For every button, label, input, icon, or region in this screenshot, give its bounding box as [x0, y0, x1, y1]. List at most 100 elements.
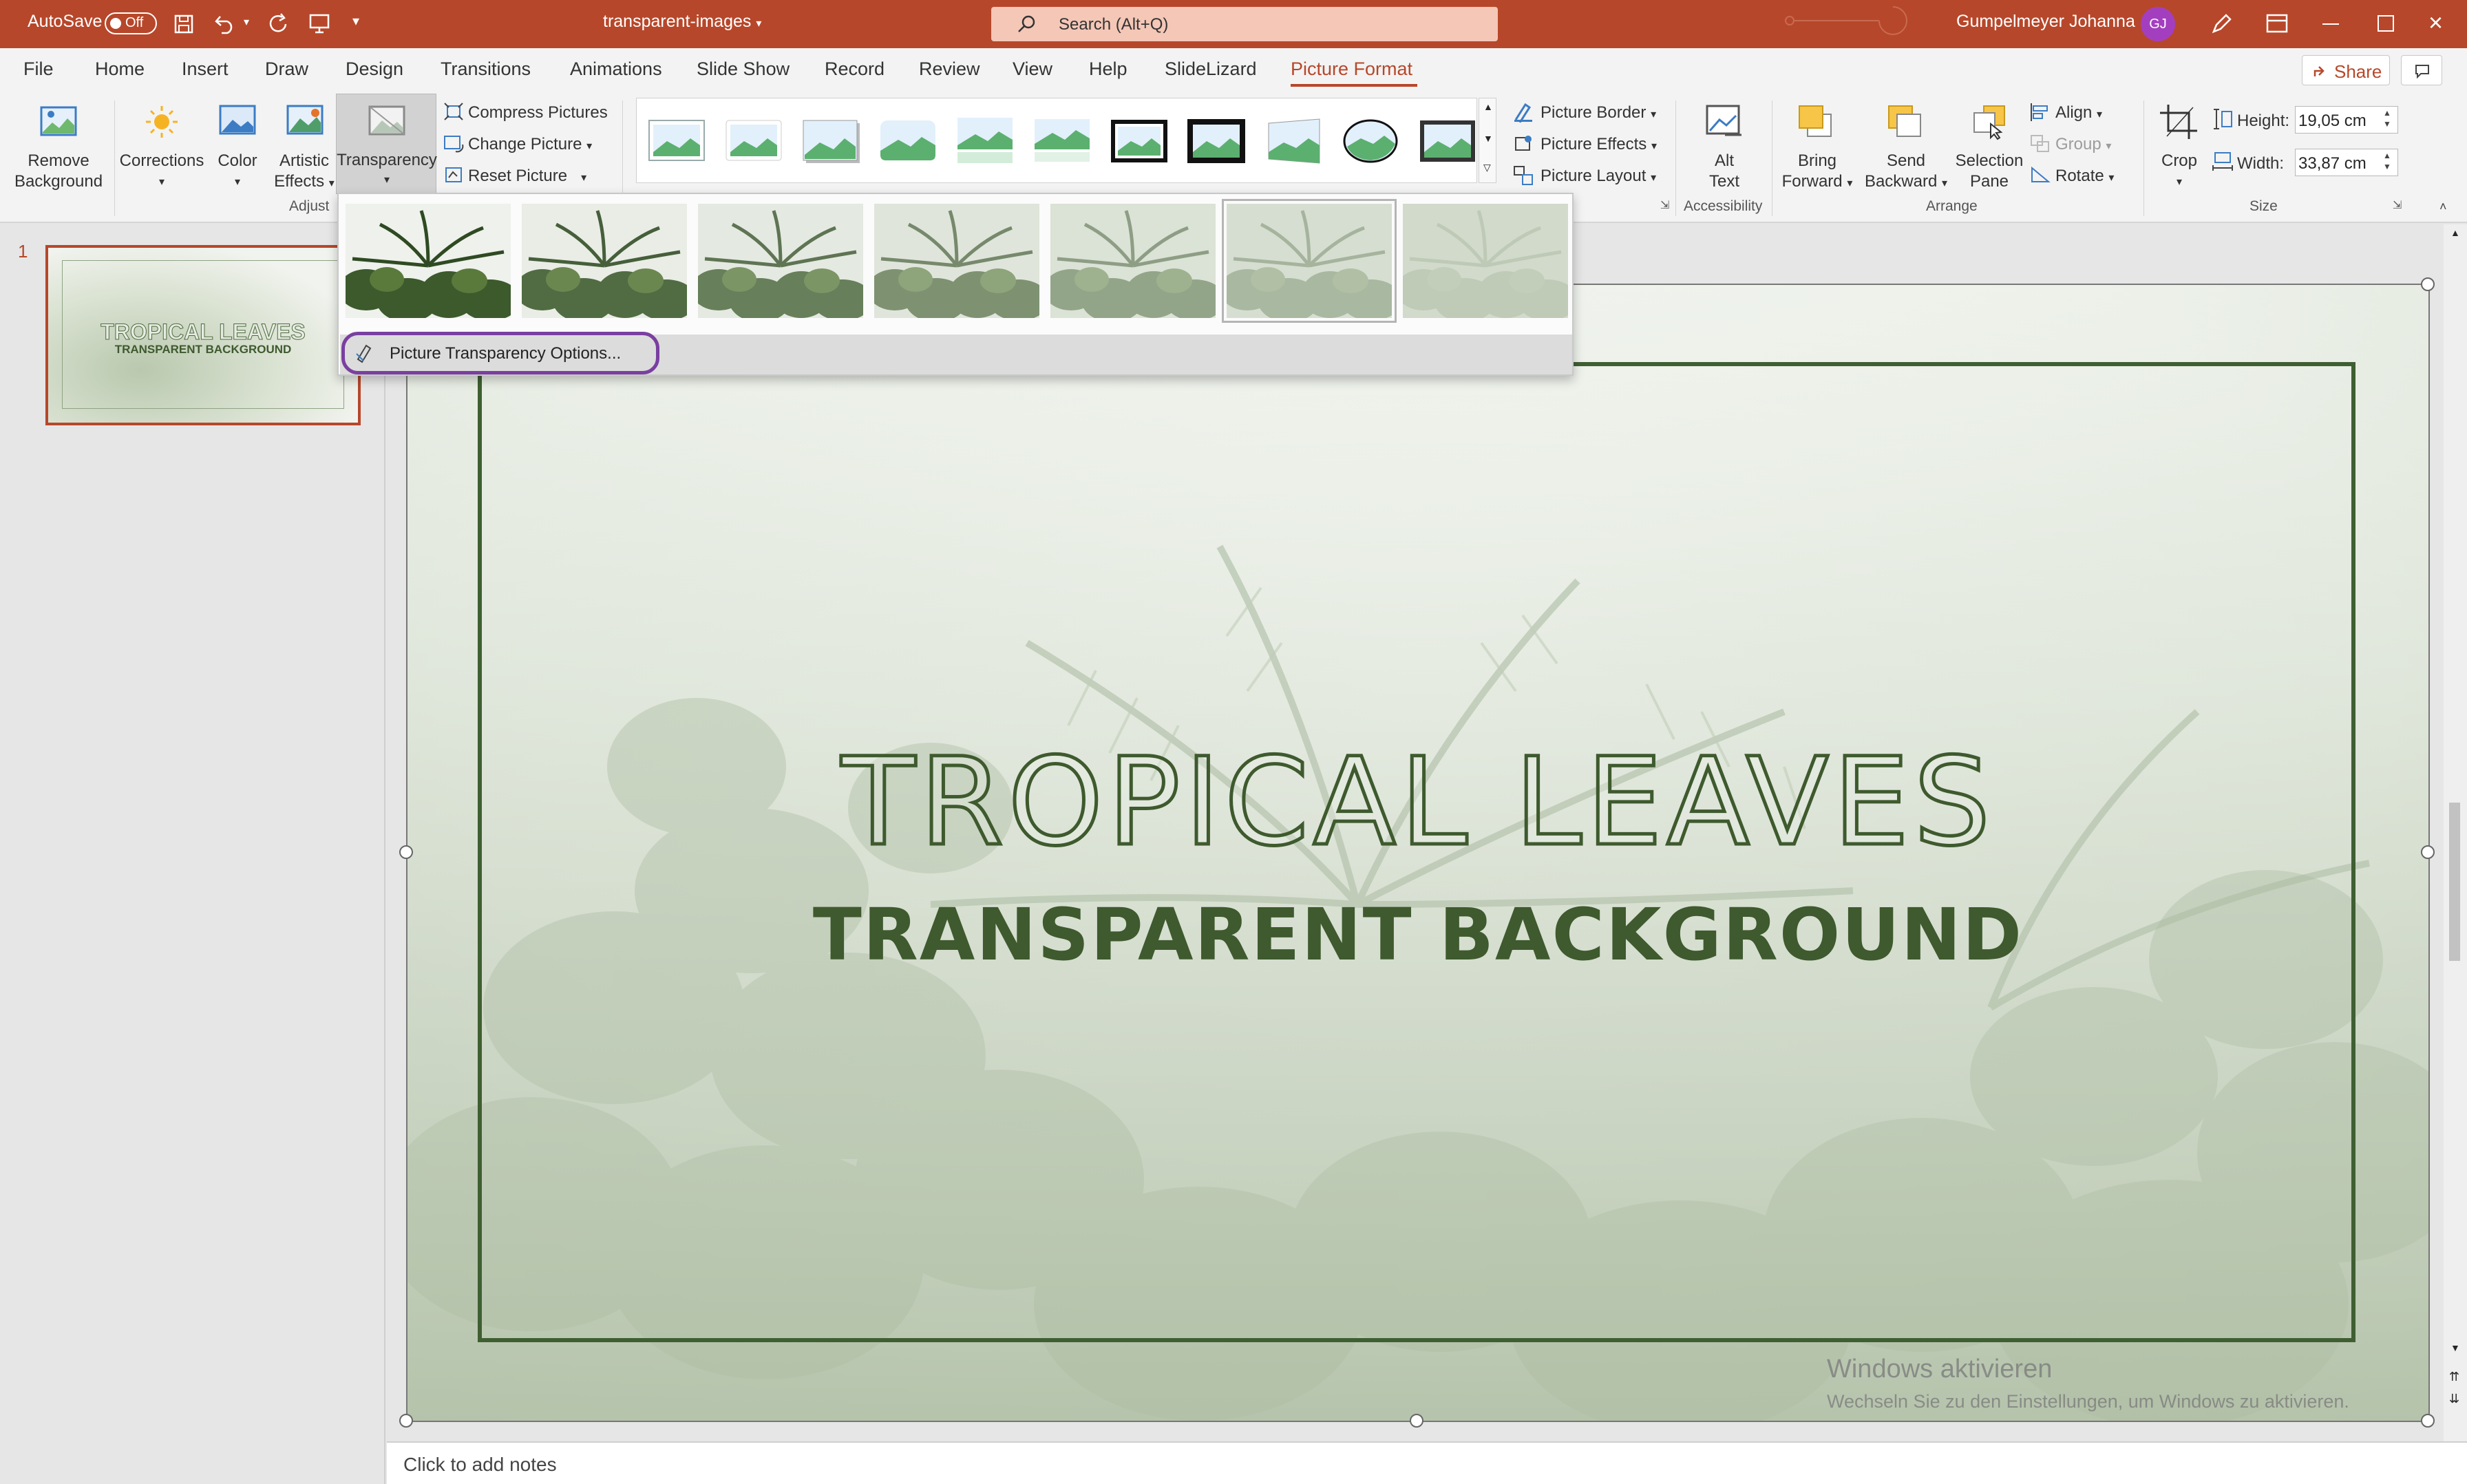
- pen-icon[interactable]: [2210, 12, 2233, 36]
- transparency-options-label[interactable]: Picture Transparency Options...: [390, 344, 621, 363]
- tab-review[interactable]: Review: [919, 59, 980, 80]
- picture-style-black-frame[interactable]: [1109, 116, 1169, 166]
- scroll-up-icon[interactable]: ▲: [2450, 227, 2460, 238]
- tab-animations[interactable]: Animations: [570, 59, 662, 80]
- selection-pane-icon: [1973, 105, 2005, 140]
- collapse-ribbon-icon[interactable]: ˄: [2439, 200, 2447, 214]
- ribbon-display-icon[interactable]: [2266, 14, 2288, 33]
- height-spinner[interactable]: ▲ ▼: [2379, 107, 2395, 132]
- tab-home[interactable]: Home: [95, 59, 145, 80]
- maximize-button[interactable]: [2378, 15, 2394, 32]
- artistic-effects-icon: [286, 105, 324, 135]
- picture-style-soft-reflect[interactable]: [1032, 116, 1092, 166]
- gallery-scroll[interactable]: ▲ ▼ ▽: [1479, 98, 1496, 183]
- minimize-button[interactable]: [2322, 23, 2339, 25]
- slide-thumbnail[interactable]: TROPICAL LEAVES TRANSPARENT BACKGROUND: [45, 245, 361, 425]
- avatar[interactable]: GJ: [2141, 7, 2175, 41]
- transparency-button[interactable]: Transparency ▾: [336, 94, 437, 194]
- thumbnail-title: TROPICAL LEAVES: [100, 319, 306, 345]
- redo-icon[interactable]: [267, 12, 290, 36]
- tab-transitions[interactable]: Transitions: [441, 59, 531, 80]
- align-button[interactable]: Align ▾: [2029, 99, 2126, 127]
- transparency-preset[interactable]: [346, 204, 511, 318]
- resize-handle-top-right[interactable]: [2421, 277, 2435, 291]
- send-backward-button[interactable]: Send Backward ▾: [1861, 99, 1951, 195]
- resize-handle-bottom-center[interactable]: [1410, 1414, 1423, 1428]
- size-launcher-icon[interactable]: ⇲: [2393, 198, 2402, 212]
- resize-handle-middle-right[interactable]: [2421, 845, 2435, 859]
- picture-effects-button[interactable]: Picture Effects ▾: [1512, 131, 1670, 158]
- autosave-toggle[interactable]: Off: [105, 12, 157, 34]
- picture-styles-gallery[interactable]: [636, 98, 1477, 183]
- change-picture-button[interactable]: Change Picture ▾: [441, 131, 620, 158]
- transparency-preset[interactable]: [1222, 199, 1397, 323]
- previous-slide-icon[interactable]: ⇈: [2449, 1370, 2459, 1384]
- picture-style-simple-frame[interactable]: [646, 116, 707, 166]
- resize-handle-bottom-right[interactable]: [2421, 1414, 2435, 1428]
- tab-insert[interactable]: Insert: [182, 59, 229, 80]
- tab-view[interactable]: View: [1013, 59, 1052, 80]
- color-button[interactable]: Color ▾: [207, 99, 268, 195]
- tab-slidelizard[interactable]: SlideLizard: [1165, 59, 1257, 80]
- crop-button[interactable]: Crop ▾: [2148, 99, 2211, 195]
- separator: [2143, 100, 2144, 216]
- ribbon-tabs: File Home Insert Draw Design Transitions…: [0, 48, 2467, 92]
- send-backward-label-2: Backward ▾: [1864, 172, 1948, 191]
- scroll-down-icon[interactable]: ▼: [2450, 1342, 2460, 1353]
- picture-style-shadow[interactable]: [801, 116, 861, 166]
- picture-style-rounded[interactable]: [878, 116, 938, 166]
- tab-help[interactable]: Help: [1089, 59, 1127, 80]
- search-box[interactable]: Search (Alt+Q): [991, 7, 1498, 41]
- tab-draw[interactable]: Draw: [265, 59, 308, 80]
- tab-slide-show[interactable]: Slide Show: [697, 59, 790, 80]
- transparency-preset[interactable]: [1050, 204, 1216, 318]
- transparency-preset[interactable]: [1403, 204, 1568, 318]
- present-icon[interactable]: [308, 12, 330, 34]
- scrollbar-thumb[interactable]: [2449, 803, 2460, 961]
- width-spinner[interactable]: ▲ ▼: [2379, 150, 2395, 175]
- tab-record[interactable]: Record: [825, 59, 885, 80]
- picture-styles-launcher-icon[interactable]: ⇲: [1660, 198, 1669, 212]
- picture-style-thick-frame[interactable]: [1186, 116, 1247, 166]
- remove-background-label-2: Background: [14, 172, 103, 191]
- reset-picture-button[interactable]: Reset Picture ▾: [441, 162, 620, 190]
- gallery-up-icon[interactable]: ▲: [1483, 101, 1493, 112]
- rotate-button[interactable]: Rotate ▾: [2029, 162, 2126, 190]
- picture-style-bevel[interactable]: [1417, 116, 1478, 166]
- tab-design[interactable]: Design: [346, 59, 403, 80]
- gallery-down-icon[interactable]: ▼: [1483, 133, 1493, 144]
- picture-style-soft-edge[interactable]: [723, 116, 784, 166]
- selection-pane-button[interactable]: Selection Pane: [1951, 99, 2028, 195]
- share-button[interactable]: Share: [2302, 55, 2390, 85]
- picture-style-oval[interactable]: [1340, 116, 1401, 166]
- picture-style-perspective[interactable]: [1263, 116, 1324, 166]
- corrections-button[interactable]: Corrections ▾: [117, 99, 207, 195]
- remove-background-button[interactable]: Remove Background: [7, 99, 110, 195]
- transparency-preset[interactable]: [522, 204, 687, 318]
- picture-layout-button[interactable]: Picture Layout ▾: [1512, 162, 1670, 190]
- notes-pane[interactable]: Click to add notes: [387, 1441, 2467, 1484]
- alt-text-label-1: Alt: [1714, 151, 1734, 170]
- comments-button[interactable]: [2401, 55, 2442, 85]
- gallery-more-icon[interactable]: ▽: [1483, 162, 1491, 173]
- document-title[interactable]: transparent-images ▾: [603, 12, 761, 32]
- resize-handle-bottom-left[interactable]: [399, 1414, 413, 1428]
- vertical-scrollbar[interactable]: ▲ ▼ ⇈ ⇊: [2444, 224, 2467, 1441]
- artistic-effects-button[interactable]: Artistic Effects ▾: [270, 99, 339, 195]
- bring-forward-button[interactable]: Bring Forward ▾: [1776, 99, 1859, 195]
- alt-text-button[interactable]: Alt Text: [1680, 99, 1769, 195]
- picture-style-reflected[interactable]: [955, 116, 1015, 166]
- tab-file[interactable]: File: [23, 59, 54, 80]
- next-slide-icon[interactable]: ⇊: [2449, 1392, 2459, 1406]
- resize-handle-middle-left[interactable]: [399, 845, 413, 859]
- compress-pictures-button[interactable]: Compress Pictures: [441, 99, 620, 127]
- transparency-preset[interactable]: [874, 204, 1039, 318]
- undo-icon[interactable]: [213, 12, 237, 34]
- close-button[interactable]: ×: [2428, 8, 2443, 37]
- picture-border-button[interactable]: Picture Border ▾: [1512, 99, 1670, 127]
- customize-qat-icon[interactable]: ▾: [352, 12, 359, 30]
- tab-picture-format[interactable]: Picture Format: [1291, 59, 1412, 80]
- transparency-preset[interactable]: [698, 204, 863, 318]
- save-icon[interactable]: [173, 14, 194, 34]
- undo-dropdown-icon[interactable]: ▾: [244, 15, 249, 29]
